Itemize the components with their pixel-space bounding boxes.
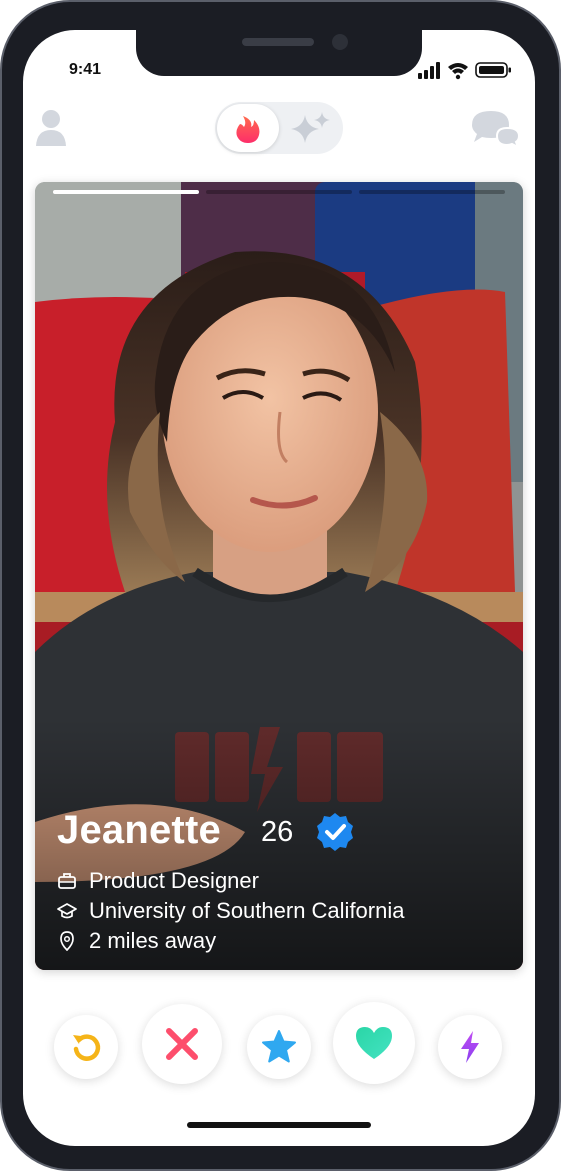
boost-button[interactable] [438,1015,502,1079]
speaker-grille [242,38,314,46]
flame-icon [235,114,261,144]
battery-icon [475,62,511,78]
status-icons [418,60,513,80]
briefcase-icon [58,873,76,889]
profile-age: 26 [261,816,294,848]
toggle-knob [217,104,279,152]
super-like-button[interactable] [247,1015,311,1079]
close-icon [166,1028,198,1060]
nope-button[interactable] [142,1004,222,1084]
verified-badge-icon [315,812,355,852]
rewind-icon [73,1034,101,1061]
discovery-mode-toggle[interactable] [215,102,343,154]
name-row: Jeanette 26 [57,806,457,854]
device-notch [136,30,422,76]
messages-icon[interactable] [471,110,521,150]
profile-card[interactable]: Jeanette 26 Product Designer University … [35,182,523,970]
action-bar [23,1002,535,1092]
home-indicator[interactable] [187,1122,371,1128]
heart-icon [356,1027,392,1059]
profile-icon[interactable] [35,108,67,148]
app-screen: 9:41 Jeanette 26 Product Designer Univer… [23,30,535,1146]
rewind-button[interactable] [54,1015,118,1079]
top-nav [23,98,535,158]
phone-frame: 9:41 Jeanette 26 Product Designer Univer… [0,0,561,1171]
distance-text: 2 miles away [89,928,217,953]
like-button[interactable] [333,1002,415,1084]
front-camera [332,34,348,50]
photo-progress-segment-active [53,190,199,194]
status-time: 9:41 [69,61,102,78]
photo-progress-bar [53,190,505,194]
school-text: University of Southern California [89,898,405,923]
location-pin-icon [60,931,74,951]
signal-wifi-battery-icons [418,62,511,80]
graduation-cap-icon [57,903,77,919]
profile-name: Jeanette [57,808,221,852]
distance-detail: 2 miles away [57,926,507,956]
lightning-icon [461,1031,479,1063]
job-detail: Product Designer [57,866,507,896]
job-title-text: Product Designer [89,868,259,893]
sparkle-icon[interactable] [289,111,333,145]
star-icon [262,1030,296,1063]
wifi-icon [448,63,468,80]
cellular-signal-icon [418,62,440,79]
photo-progress-segment [206,190,352,194]
school-detail: University of Southern California [57,896,507,926]
photo-progress-segment [359,190,505,194]
